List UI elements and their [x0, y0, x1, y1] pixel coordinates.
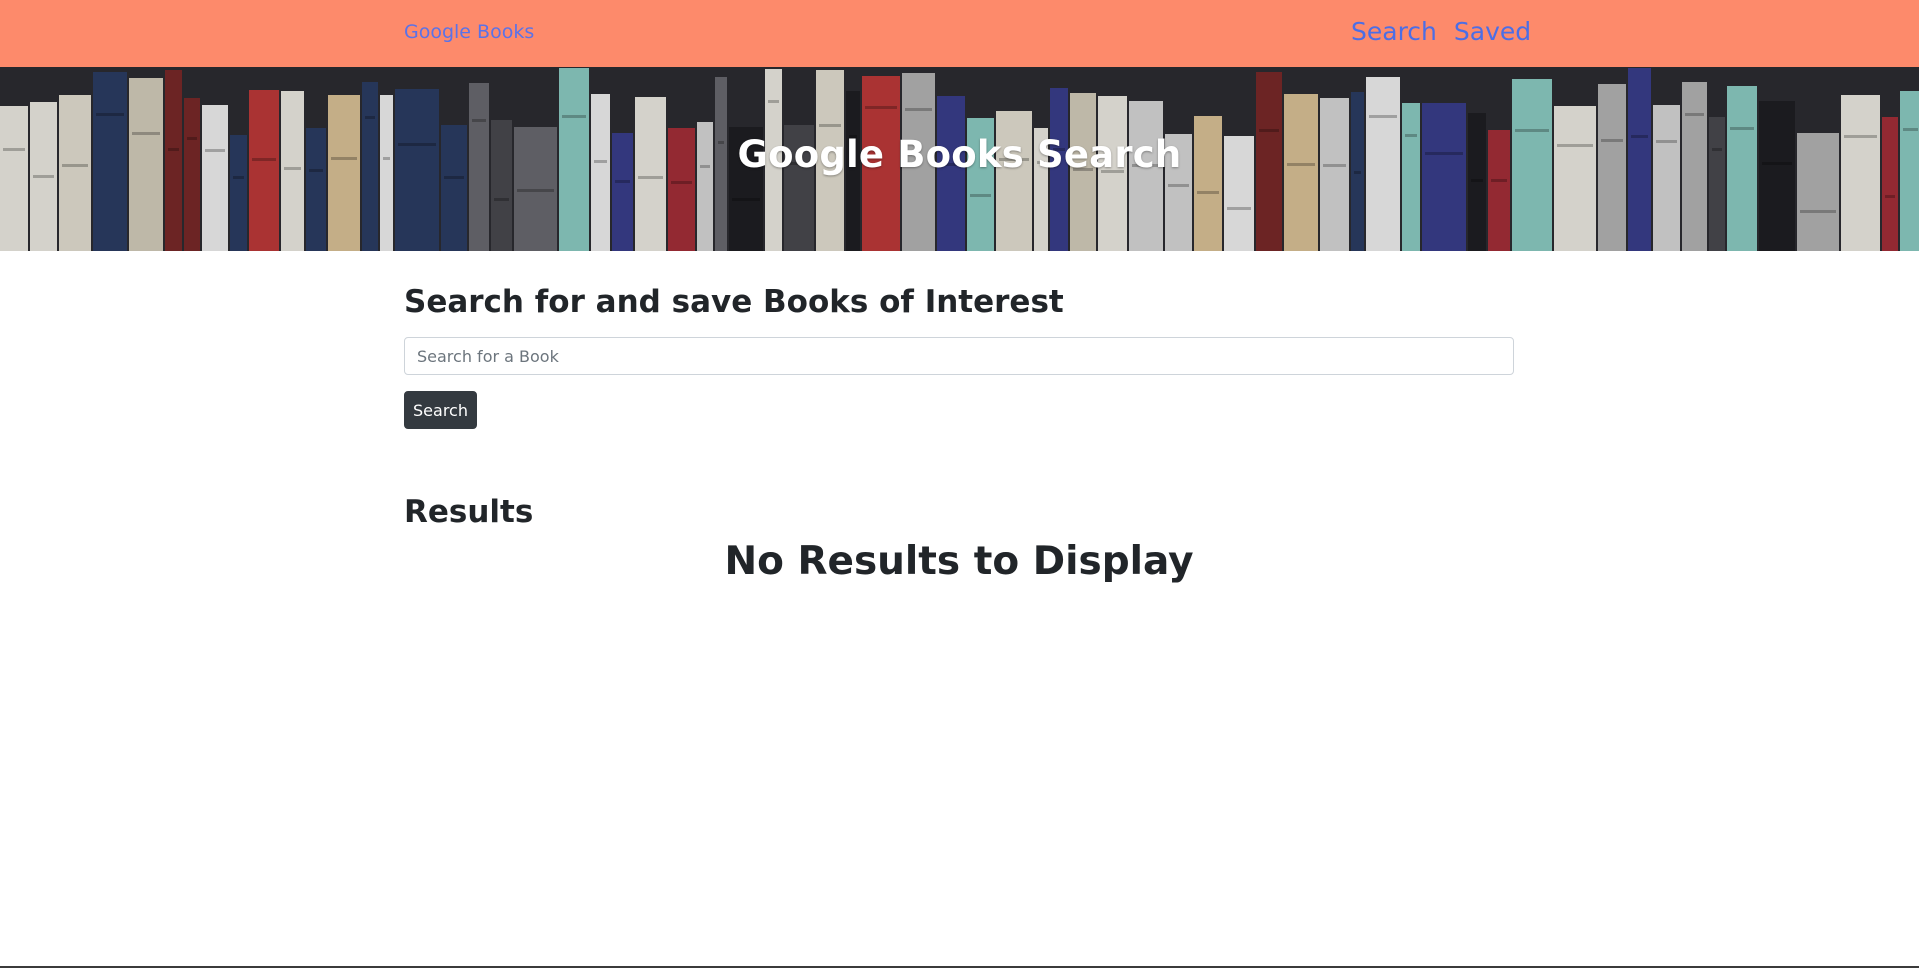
hero-banner: Google Books Search: [0, 67, 1919, 251]
search-button[interactable]: Search: [404, 391, 477, 429]
search-heading: Search for and save Books of Interest: [404, 284, 1064, 320]
brand-link[interactable]: Google Books: [404, 21, 534, 43]
top-navbar: Google Books Search Saved: [0, 0, 1919, 67]
nav-link-search[interactable]: Search: [1351, 17, 1437, 46]
nav-link-saved[interactable]: Saved: [1454, 17, 1531, 46]
search-input[interactable]: [404, 337, 1514, 375]
no-results-message: No Results to Display: [724, 539, 1194, 584]
results-heading: Results: [404, 494, 534, 530]
hero-title: Google Books Search: [737, 133, 1182, 176]
nav-links: Search Saved: [1351, 17, 1531, 46]
